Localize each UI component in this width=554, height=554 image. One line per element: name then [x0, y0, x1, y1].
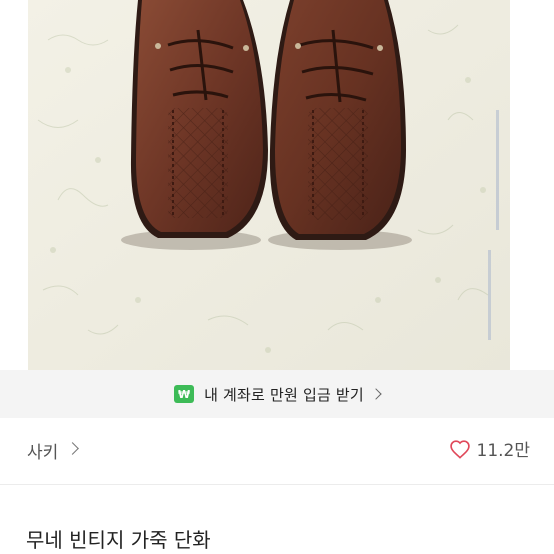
heart-icon: [449, 439, 470, 459]
shop-name-link[interactable]: 사키: [27, 438, 58, 463]
won-wallet-icon: ₩: [174, 385, 195, 403]
shop-row: 사키 11.2만: [0, 418, 554, 484]
account-deposit-banner[interactable]: ₩ 내 계좌로 만원 입금 받기: [0, 370, 554, 418]
chevron-right-icon: [370, 388, 382, 400]
account-deposit-banner-text: 내 계좌로 만원 입금 받기: [204, 385, 364, 404]
product-title: 무네 빈티지 가죽 단화: [26, 528, 211, 552]
product-photo[interactable]: [0, 0, 554, 370]
divider: [0, 484, 554, 485]
won-wallet-icon-glyph: ₩: [177, 387, 191, 401]
product-photo-frame: [28, 0, 510, 370]
chevron-right-icon[interactable]: [66, 442, 79, 455]
like-count: 11.2만: [476, 441, 531, 461]
like-button[interactable]: 11.2만: [449, 436, 531, 461]
product-image: [28, 0, 510, 370]
